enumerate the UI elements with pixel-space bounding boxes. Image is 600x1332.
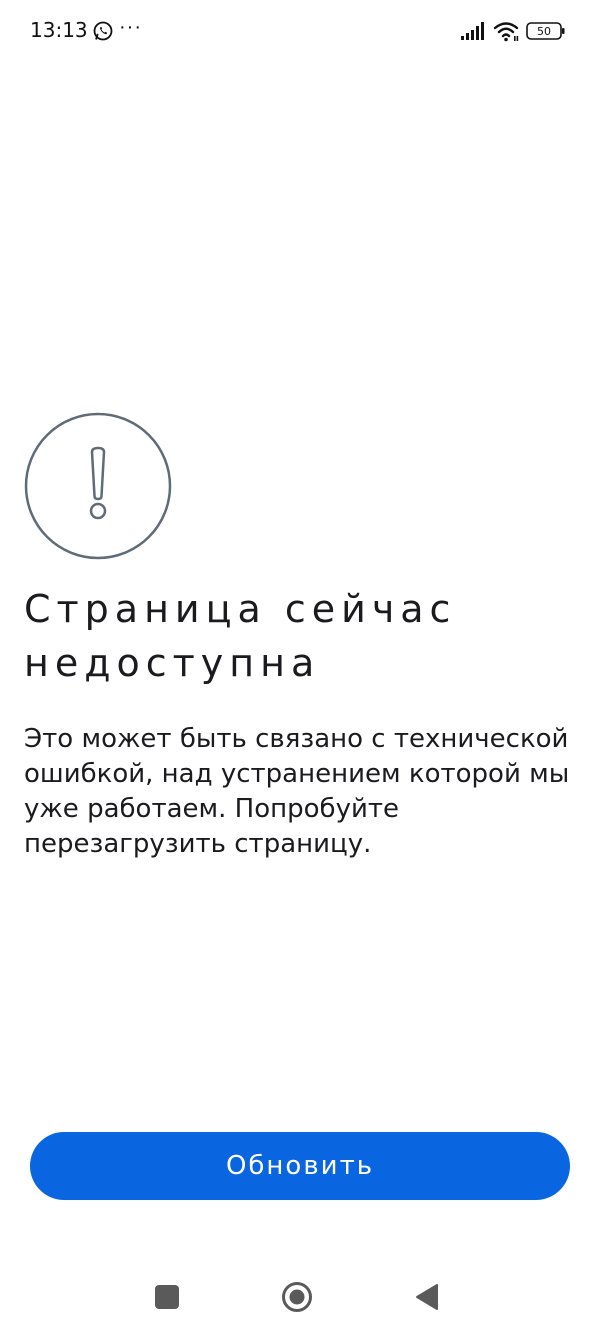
battery-icon: 50 <box>526 22 565 40</box>
home-circle-icon[interactable] <box>281 1281 313 1313</box>
more-notifications-icon: ··· <box>119 16 142 38</box>
back-triangle-icon[interactable] <box>414 1283 440 1311</box>
refresh-button[interactable]: Обновить <box>30 1132 570 1200</box>
signal-icon <box>461 22 484 40</box>
exclamation-circle-icon <box>24 412 172 560</box>
recents-square-icon[interactable] <box>155 1285 179 1309</box>
page-title: Страница сейчас недоступна <box>24 587 457 685</box>
whatsapp-icon <box>93 21 113 41</box>
error-description: Это может быть связано с технической оши… <box>24 724 570 859</box>
status-time: 13:13 <box>30 18 88 42</box>
wifi-icon <box>493 22 519 42</box>
status-bar: 13:13 ··· 50 <box>0 0 600 62</box>
battery-level: 50 <box>537 25 551 38</box>
navigation-bar <box>0 1262 600 1332</box>
